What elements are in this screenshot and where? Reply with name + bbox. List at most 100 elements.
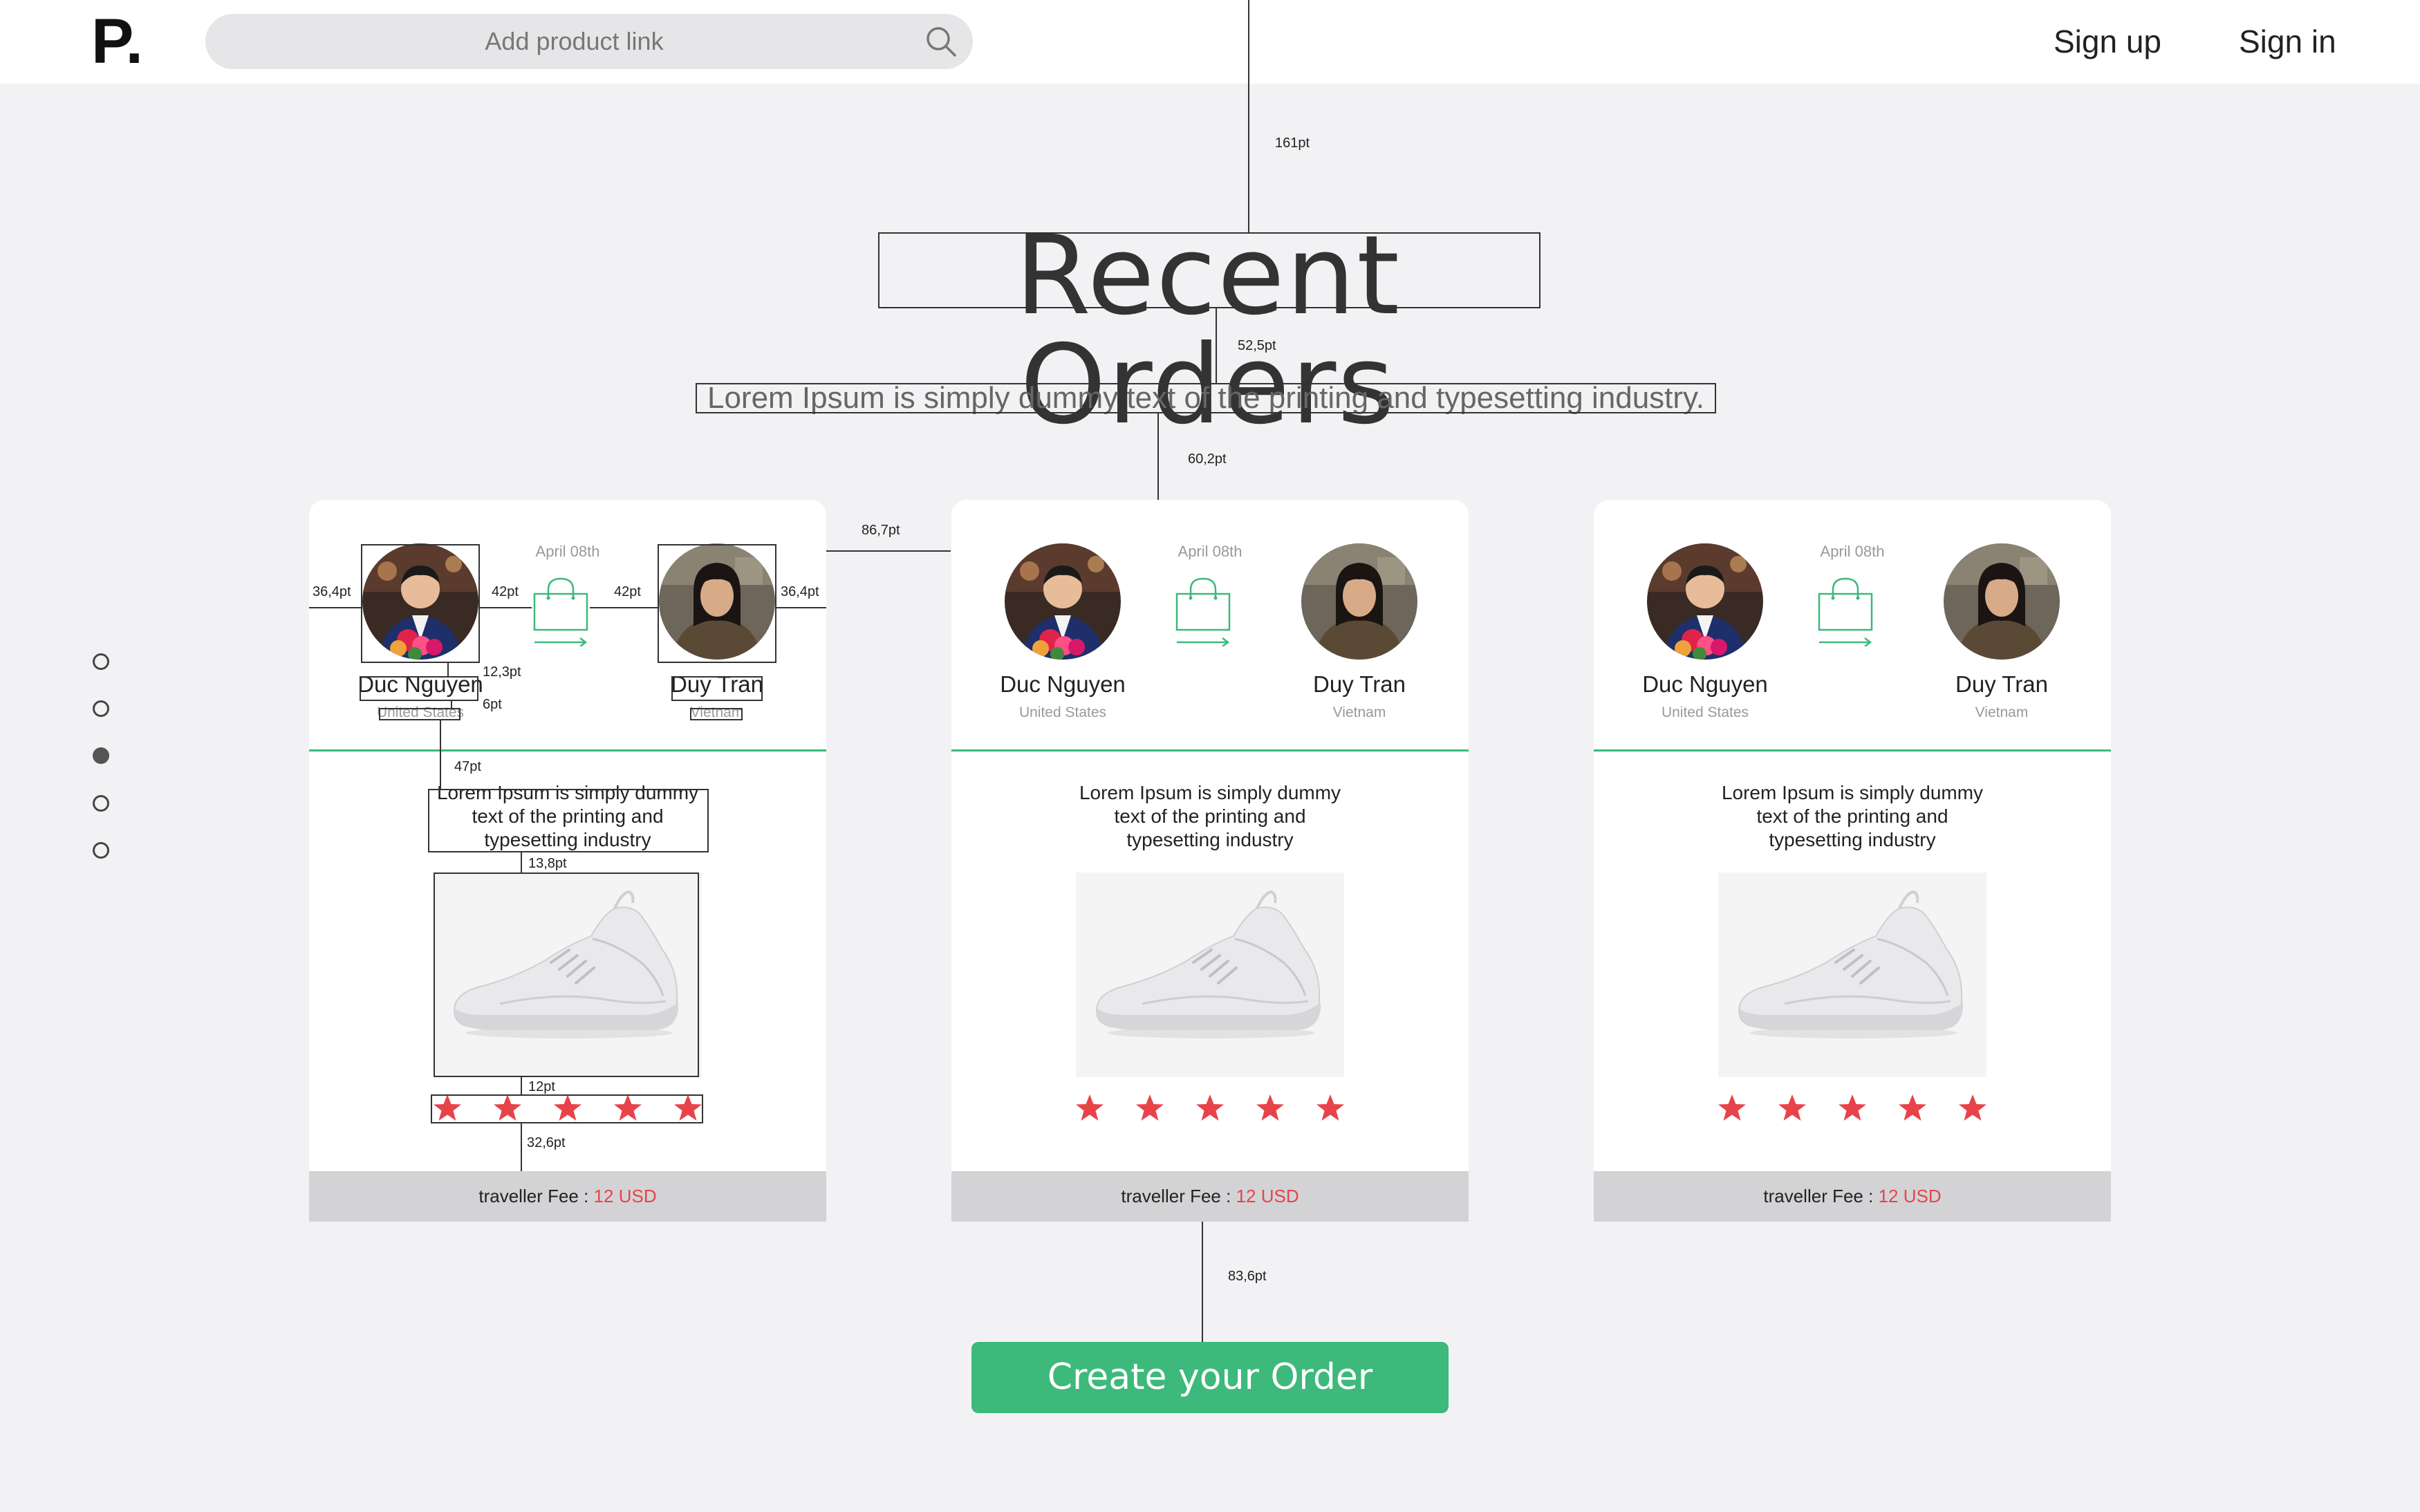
spacing-guide-line [776, 607, 826, 608]
star-icon[interactable] [1777, 1093, 1807, 1123]
rating-bounding-guide [431, 1094, 703, 1123]
receiver-avatar[interactable] [1944, 543, 2060, 660]
receiver-country: Vietnam [1975, 704, 2029, 720]
sender-country: United States [1018, 704, 1107, 720]
spacing-label: 12pt [528, 1079, 555, 1094]
sneaker-image [1076, 872, 1344, 1077]
spacing-label: 13,8pt [528, 856, 567, 871]
sign-in-link[interactable]: Sign in [2239, 17, 2336, 66]
search-bar[interactable]: Add product link [205, 14, 973, 69]
order-card-3[interactable]: April 08th Duc Nguyen United States Duy … [1594, 500, 2111, 1222]
order-description: Lorem Ipsum is simply dummy text of the … [1721, 782, 1984, 850]
card-divider [951, 749, 1469, 752]
fee-amount: 12 USD [1236, 1186, 1299, 1206]
spacing-label: 52,5pt [1238, 338, 1276, 353]
receiver-name: Duy Tran [1955, 671, 2048, 697]
order-card-2[interactable]: April 08th Duc Nguyen United States Duy … [951, 500, 1469, 1222]
pagination-dot-1[interactable] [93, 653, 109, 670]
name-bounding-guide [360, 676, 478, 701]
pagination-dot-5[interactable] [93, 842, 109, 859]
traveller-fee-bar: traveller Fee : 12 USD [309, 1171, 826, 1222]
shopping-bag-icon [533, 577, 588, 646]
star-icon[interactable] [1837, 1093, 1868, 1123]
subtitle-bounding-guide [696, 383, 1716, 413]
sneaker-image [1718, 872, 1986, 1077]
spacing-label: 42pt [614, 584, 641, 599]
search-icon[interactable] [924, 25, 958, 58]
spacing-label: 161pt [1275, 136, 1310, 151]
pagination-dot-2[interactable] [93, 700, 109, 717]
traveller-fee-bar: traveller Fee : 12 USD [1594, 1171, 2111, 1222]
spacing-guide-line [521, 1123, 522, 1171]
spacing-label: 83,6pt [1228, 1269, 1267, 1284]
receiver-name: Duy Tran [1313, 671, 1406, 697]
image-bounding-guide [434, 872, 699, 1077]
shopping-bag-icon [1175, 577, 1231, 646]
sign-up-link[interactable]: Sign up [2054, 17, 2161, 66]
spacing-label: 36,4pt [313, 584, 351, 599]
rating-stars[interactable] [1717, 1093, 1988, 1123]
fee-amount: 12 USD [1878, 1186, 1942, 1206]
star-icon[interactable] [1074, 1093, 1105, 1123]
fee-amount: 12 USD [593, 1186, 657, 1206]
create-order-button[interactable]: Create your Order [971, 1342, 1449, 1413]
sender-country: United States [1661, 704, 1749, 720]
brand-logo[interactable]: P. [91, 10, 143, 73]
star-icon[interactable] [1255, 1093, 1285, 1123]
order-description: Lorem Ipsum is simply dummy text of the … [1079, 782, 1341, 850]
spacing-guide-line [451, 701, 452, 708]
spacing-label: 32,6pt [527, 1135, 566, 1150]
fee-label: traveller Fee : [478, 1186, 589, 1206]
rating-stars[interactable] [1074, 1093, 1346, 1123]
product-image[interactable] [1718, 872, 1986, 1077]
card-divider [309, 749, 826, 752]
pagination-dot-3-active[interactable] [93, 747, 109, 764]
top-nav-bar: P. Add product link Sign up Sign in [0, 0, 2420, 84]
shopping-bag-icon [1818, 577, 1873, 646]
avatar-bounding-guide [658, 544, 776, 663]
star-icon[interactable] [1717, 1093, 1747, 1123]
spacing-label: 60,2pt [1188, 451, 1227, 467]
receiver-country: Vietnam [1332, 704, 1386, 720]
description-bounding-guide [428, 789, 709, 852]
spacing-guide-line [521, 852, 522, 872]
pagination-dot-4[interactable] [93, 795, 109, 812]
search-input[interactable]: Add product link [205, 14, 943, 69]
spacing-label: 36,4pt [781, 584, 819, 599]
spacing-guide-line [440, 720, 441, 790]
sender-avatar[interactable] [1005, 543, 1121, 660]
sender-name: Duc Nguyen [1642, 671, 1768, 697]
star-icon[interactable] [1315, 1093, 1346, 1123]
name-bounding-guide [671, 676, 763, 701]
spacing-label: 47pt [454, 759, 481, 774]
sender-avatar[interactable] [1647, 543, 1763, 660]
order-date: April 08th [535, 543, 600, 560]
traveller-fee-bar: traveller Fee : 12 USD [951, 1171, 1469, 1222]
spacing-label: 86,7pt [862, 523, 900, 538]
spacing-guide-line [447, 663, 449, 676]
avatar-bounding-guide [361, 544, 480, 663]
star-icon[interactable] [1897, 1093, 1928, 1123]
spacing-label: 42pt [492, 584, 519, 599]
spacing-guide-line [1248, 0, 1249, 232]
card-divider [1594, 749, 2111, 752]
spacing-guide-line [1216, 308, 1217, 383]
spacing-label: 12,3pt [483, 664, 521, 680]
sender-name: Duc Nguyen [1000, 671, 1126, 697]
spacing-guide-line [521, 1077, 522, 1094]
receiver-avatar[interactable] [1301, 543, 1417, 660]
product-image[interactable] [1076, 872, 1344, 1077]
star-icon[interactable] [1135, 1093, 1165, 1123]
spacing-guide-line [1157, 413, 1159, 500]
title-bounding-guide [878, 232, 1541, 308]
spacing-guide-line [826, 550, 951, 552]
order-date: April 08th [1820, 543, 1885, 560]
spacing-guide-line [590, 607, 658, 608]
spacing-guide-line [309, 607, 361, 608]
star-icon[interactable] [1195, 1093, 1225, 1123]
spacing-label: 6pt [483, 697, 502, 712]
spacing-guide-line [480, 607, 532, 608]
spacing-guide-line [1202, 1222, 1203, 1342]
country-bounding-guide [379, 708, 460, 720]
star-icon[interactable] [1957, 1093, 1988, 1123]
